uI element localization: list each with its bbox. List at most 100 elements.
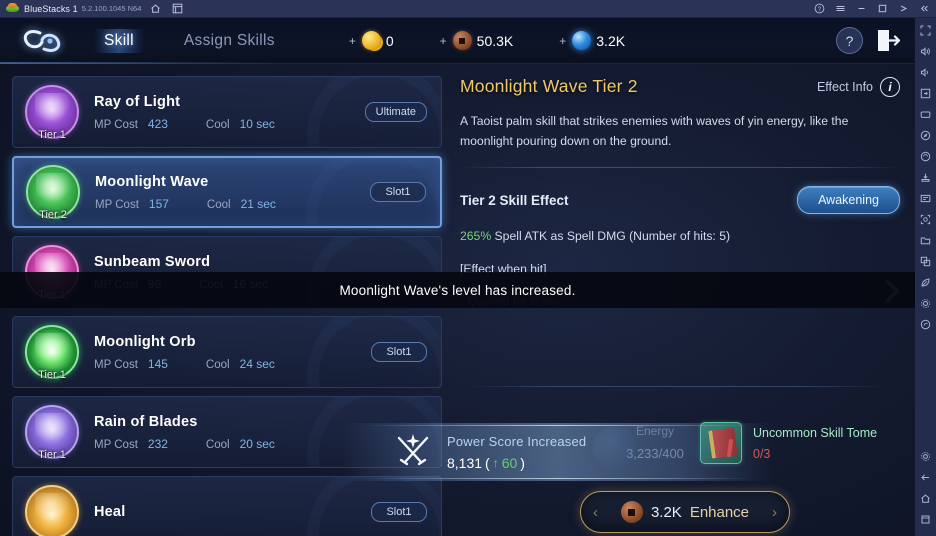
tab-assign-skills[interactable]: Assign Skills bbox=[174, 29, 285, 53]
info-icon[interactable]: i bbox=[880, 76, 900, 97]
keymapping-icon[interactable] bbox=[917, 85, 934, 102]
exit-door-icon[interactable] bbox=[875, 27, 901, 54]
skill-badge-slot[interactable]: Slot1 bbox=[370, 182, 426, 202]
multi-instance-icon[interactable] bbox=[169, 1, 185, 17]
currency-copper[interactable]: + 50.3K bbox=[440, 31, 513, 50]
skill-name: Rain of Blades bbox=[94, 413, 198, 430]
skill-icon-wrap: Tier 1 bbox=[25, 85, 79, 141]
skill-row-moonlight-orb[interactable]: Tier 1 Moonlight Orb MP Cost 145 Cool 24… bbox=[12, 316, 442, 388]
install-apk-icon[interactable] bbox=[917, 169, 934, 186]
settings-icon[interactable] bbox=[917, 448, 934, 465]
add-copper-icon[interactable]: + bbox=[440, 34, 447, 48]
home-icon[interactable] bbox=[147, 1, 163, 17]
cooldown-label: Cool bbox=[206, 198, 231, 211]
enhance-button[interactable]: ‹ 3.2K Enhance › bbox=[580, 491, 790, 533]
media-manager-icon[interactable] bbox=[917, 232, 934, 249]
toast-message: Moonlight Wave's level has increased. bbox=[339, 282, 576, 298]
home-icon[interactable] bbox=[917, 490, 934, 507]
skill-row-moonlight-wave[interactable]: Tier 2 Moonlight Wave MP Cost 157 Cool 2… bbox=[12, 156, 442, 228]
skill-icon-wrap: Tier 2 bbox=[26, 165, 80, 221]
maximize-icon[interactable] bbox=[874, 1, 890, 17]
chevron-left-icon: ‹ bbox=[593, 503, 598, 521]
mp-cost-label: MP Cost bbox=[94, 118, 138, 131]
detail-divider bbox=[460, 167, 900, 169]
enhance-label: Enhance bbox=[689, 503, 750, 521]
effect-percent: 265% bbox=[460, 229, 492, 244]
screen-rotate-icon[interactable] bbox=[917, 106, 934, 123]
add-gem-icon[interactable]: + bbox=[559, 34, 566, 48]
chevron-right-icon: › bbox=[772, 503, 777, 521]
skill-text: Rain of Blades MP Cost 232 Cool 20 sec bbox=[94, 414, 275, 451]
volume-down-icon[interactable] bbox=[917, 64, 934, 81]
mp-cost-value: 423 bbox=[147, 116, 168, 131]
skill-text: Moonlight Orb MP Cost 145 Cool 24 sec bbox=[94, 334, 275, 371]
app-root: BlueStacks 1 5.2.100.1045 N64 ? Skill As… bbox=[0, 0, 936, 536]
bluestacks-sidebar bbox=[915, 18, 936, 536]
skill-tier: Tier 1 bbox=[38, 369, 66, 381]
volume-up-icon[interactable] bbox=[917, 43, 934, 60]
cooldown-label: Cool bbox=[205, 118, 230, 131]
blue-gem-icon bbox=[572, 31, 592, 50]
add-gold-icon[interactable]: + bbox=[349, 34, 356, 48]
skill-stats: MP Cost 232 Cool 20 sec bbox=[94, 437, 275, 451]
effect-info-button[interactable]: Effect Info i bbox=[816, 76, 900, 97]
settings-gear-icon[interactable] bbox=[917, 295, 934, 312]
screenshot-icon[interactable] bbox=[917, 211, 934, 228]
skill-stats: MP Cost 423 Cool 10 sec bbox=[94, 117, 275, 131]
collapse-icon[interactable] bbox=[916, 1, 932, 17]
skill-badge-slot[interactable]: Slot1 bbox=[371, 342, 427, 362]
awakening-button[interactable]: Awakening bbox=[797, 186, 900, 215]
detail-title: Moonlight Wave Tier 2 bbox=[460, 76, 638, 96]
back-icon[interactable] bbox=[917, 469, 934, 486]
toast-notification: Moonlight Wave's level has increased. bbox=[0, 272, 915, 308]
skill-name: Moonlight Wave bbox=[95, 173, 209, 190]
effect-title: Tier 2 Skill Effect bbox=[460, 192, 569, 208]
cooldown-value: 10 sec bbox=[239, 116, 275, 131]
bluestacks-logo-icon bbox=[6, 3, 19, 14]
power-score-title: Power Score Increased bbox=[447, 433, 587, 449]
topbar-actions: ? bbox=[836, 27, 915, 54]
currency-gem[interactable]: + 3.2K bbox=[559, 31, 625, 50]
bluestacks-titlebar: BlueStacks 1 5.2.100.1045 N64 ? bbox=[0, 0, 936, 18]
skill-icon-wrap: Tier 1 bbox=[25, 405, 79, 461]
up-arrow-icon: ↑ bbox=[492, 455, 499, 470]
multi-instance-sync-icon[interactable] bbox=[917, 253, 934, 270]
skill-text: Heal bbox=[94, 504, 125, 520]
currency-gold[interactable]: + 0 bbox=[349, 31, 394, 50]
help-icon[interactable]: ? bbox=[811, 1, 827, 17]
effect-header: Tier 2 Skill Effect Awakening bbox=[460, 186, 900, 215]
game-logo-icon[interactable] bbox=[14, 25, 70, 57]
menu-icon[interactable] bbox=[832, 1, 848, 17]
minimize-icon[interactable] bbox=[853, 1, 869, 17]
close-icon[interactable] bbox=[895, 1, 911, 17]
cooldown-value: 21 sec bbox=[240, 196, 276, 211]
skill-row-heal[interactable]: Heal Slot1 bbox=[12, 476, 442, 536]
skill-stats: MP Cost 145 Cool 24 sec bbox=[94, 357, 275, 371]
copper-coin-icon bbox=[452, 31, 472, 50]
detail-description: A Taoist palm skill that strikes enemies… bbox=[460, 114, 849, 149]
recents-icon[interactable] bbox=[917, 511, 934, 528]
effect-info-label: Effect Info bbox=[816, 79, 873, 94]
game-guide-icon[interactable] bbox=[917, 316, 934, 333]
skill-row-ray-of-light[interactable]: Tier 1 Ray of Light MP Cost 423 Cool 10 … bbox=[12, 76, 442, 148]
skill-badge-ultimate[interactable]: Ultimate bbox=[364, 102, 427, 122]
location-icon[interactable] bbox=[917, 127, 934, 144]
skill-name: Heal bbox=[94, 504, 126, 520]
power-delta-value: 60 bbox=[501, 454, 518, 471]
enhance-button-wrap[interactable]: ‹ 3.2K Enhance › bbox=[580, 491, 790, 533]
fullscreen-icon[interactable] bbox=[917, 22, 934, 39]
mp-cost-label: MP Cost bbox=[94, 358, 138, 371]
skill-tier: Tier 1 bbox=[38, 129, 66, 141]
effect-damage-text: Spell ATK as Spell DMG (Number of hits: … bbox=[491, 229, 731, 244]
skill-icon-wrap bbox=[25, 485, 79, 536]
eco-mode-icon[interactable] bbox=[917, 274, 934, 291]
gold-coin-icon bbox=[361, 31, 381, 50]
gem-value: 3.2K bbox=[596, 32, 626, 49]
help-button[interactable]: ? bbox=[836, 27, 863, 54]
macro-icon[interactable] bbox=[917, 190, 934, 207]
skill-text: Moonlight Wave MP Cost 157 Cool 21 sec bbox=[95, 174, 276, 211]
tab-skill[interactable]: Skill bbox=[94, 28, 144, 53]
skill-badge-slot[interactable]: Slot1 bbox=[371, 502, 427, 522]
skill-tier: Tier 2 bbox=[39, 209, 67, 221]
shake-icon[interactable] bbox=[917, 148, 934, 165]
